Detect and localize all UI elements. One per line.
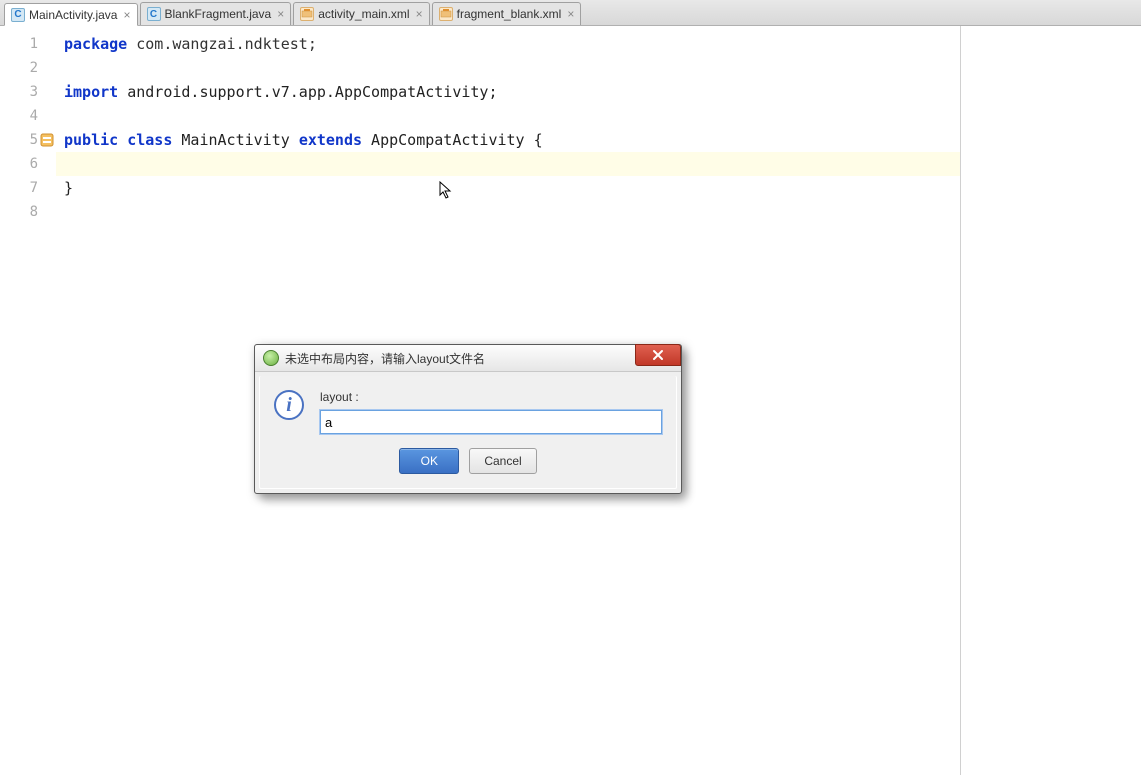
close-icon[interactable]: × — [123, 9, 130, 21]
code-line: import android.support.v7.app.AppCompatA… — [56, 80, 960, 104]
close-icon[interactable]: × — [567, 8, 574, 20]
dialog-titlebar[interactable]: 未选中布局内容，请输入layout文件名 — [255, 345, 681, 372]
line-number: 4 — [0, 104, 56, 128]
line-number: 5 — [0, 128, 56, 152]
code-line — [56, 200, 960, 224]
close-icon[interactable]: × — [277, 8, 284, 20]
gutter-marker-icon[interactable] — [40, 133, 54, 147]
cancel-button[interactable]: Cancel — [469, 448, 536, 474]
line-gutter: 1 2 3 4 5 6 7 8 — [0, 26, 56, 775]
line-number: 8 — [0, 200, 56, 224]
class-icon: C — [11, 8, 25, 22]
dialog-title: 未选中布局内容，请输入layout文件名 — [285, 350, 485, 367]
tab-label: fragment_blank.xml — [457, 7, 562, 21]
tab-label: BlankFragment.java — [165, 7, 272, 21]
class-icon: C — [147, 7, 161, 21]
tab-fragmentblank-xml[interactable]: fragment_blank.xml × — [432, 2, 582, 25]
dialog-button-row: OK Cancel — [274, 448, 662, 474]
code-line — [56, 104, 960, 128]
line-number: 1 — [0, 32, 56, 56]
ok-button[interactable]: OK — [399, 448, 459, 474]
xml-icon — [300, 7, 314, 21]
code-line — [56, 56, 960, 80]
dialog-fields: layout : — [320, 390, 662, 434]
tab-blankfragment[interactable]: C BlankFragment.java × — [140, 2, 292, 25]
layout-label: layout : — [320, 390, 662, 404]
code-line: } — [56, 176, 960, 200]
info-icon: i — [274, 390, 304, 420]
layout-input-dialog: 未选中布局内容，请输入layout文件名 i layout : OK Cance… — [254, 344, 682, 494]
line-number: 6 — [0, 152, 56, 176]
app-icon — [263, 350, 279, 366]
code-line-active — [56, 152, 960, 176]
dialog-content: i layout : — [274, 390, 662, 434]
editor-tab-bar: C MainActivity.java × C BlankFragment.ja… — [0, 0, 1141, 26]
code-line: package com.wangzai.ndktest; — [56, 32, 960, 56]
line-number: 3 — [0, 80, 56, 104]
close-icon[interactable]: × — [416, 8, 423, 20]
line-number: 7 — [0, 176, 56, 200]
tab-mainactivity[interactable]: C MainActivity.java × — [4, 3, 138, 26]
tab-label: MainActivity.java — [29, 8, 117, 22]
xml-icon — [439, 7, 453, 21]
line-number: 2 — [0, 56, 56, 80]
dialog-body: i layout : OK Cancel — [259, 376, 677, 489]
code-line: public class MainActivity extends AppCom… — [56, 128, 960, 152]
dialog-close-button[interactable] — [635, 344, 681, 366]
layout-name-input[interactable] — [320, 410, 662, 434]
tab-activitymain-xml[interactable]: activity_main.xml × — [293, 2, 429, 25]
tab-label: activity_main.xml — [318, 7, 409, 21]
